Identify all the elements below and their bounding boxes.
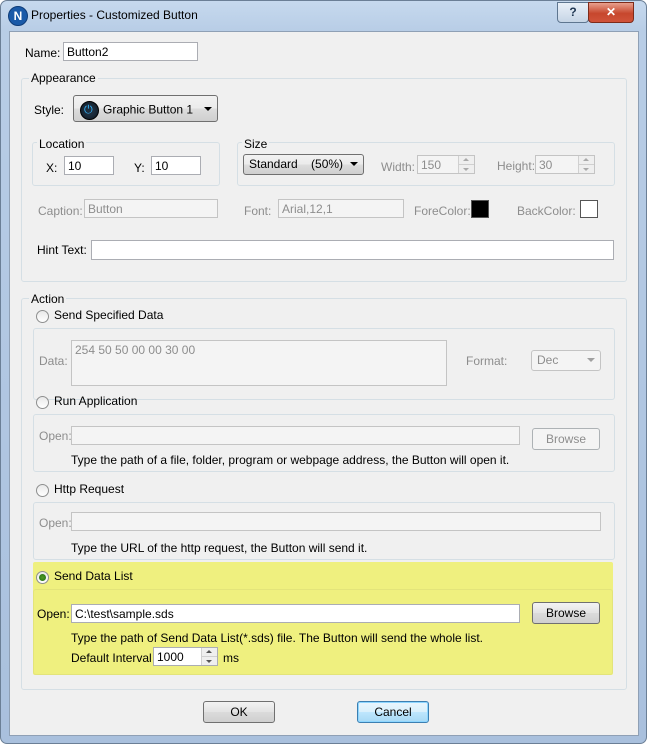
forecolor-label: ForeColor: — [414, 204, 471, 218]
run-application-radio[interactable] — [36, 396, 49, 409]
http-open-label: Open: — [39, 516, 72, 530]
close-button[interactable]: ✕ — [588, 2, 634, 23]
list-open-label: Open: — [37, 607, 70, 621]
power-button-icon — [80, 101, 99, 120]
send-data-list-highlight: Send Data List Open: C:\test\sample.sds … — [33, 562, 613, 675]
caption-input[interactable]: Button — [84, 199, 218, 218]
list-open-input[interactable]: C:\test\sample.sds — [71, 604, 520, 623]
chevron-down-icon — [350, 162, 358, 166]
font-label: Font: — [244, 204, 272, 218]
x-input[interactable]: 10 — [64, 156, 114, 175]
backcolor-label: BackColor: — [517, 204, 576, 218]
height-stepper[interactable]: 30 — [535, 155, 595, 174]
default-interval-label: Default Interval — [71, 651, 152, 665]
width-value: 150 — [421, 158, 442, 172]
default-interval-value: 1000 — [157, 650, 184, 664]
appearance-title: Appearance — [29, 71, 98, 85]
help-button[interactable]: ? — [557, 2, 589, 23]
chevron-down-icon — [587, 358, 595, 362]
send-data-list-radio[interactable] — [36, 571, 49, 584]
format-dropdown[interactable]: Dec — [531, 350, 601, 371]
width-stepper[interactable]: 150 — [417, 155, 475, 174]
http-url-input[interactable] — [71, 512, 601, 531]
send-data-list-label: Send Data List — [54, 569, 133, 583]
ok-button[interactable]: OK — [203, 701, 275, 723]
y-input[interactable]: 10 — [151, 156, 201, 175]
data-textarea[interactable]: 254 50 50 00 00 30 00 — [71, 340, 447, 386]
format-label: Format: — [466, 354, 508, 368]
default-interval-stepper[interactable]: 1000 — [153, 647, 218, 666]
forecolor-swatch[interactable] — [471, 200, 489, 218]
width-spin-buttons[interactable] — [458, 156, 474, 173]
hint-text-label: Hint Text: — [37, 243, 87, 257]
send-data-list-hint: Type the path of Send Data List(*.sds) f… — [71, 631, 484, 645]
run-browse-button[interactable]: Browse — [532, 428, 600, 450]
cancel-button[interactable]: Cancel — [357, 701, 429, 723]
http-request-hint: Type the URL of the http request, the Bu… — [71, 541, 368, 555]
size-mode-value: Standard (50%) — [249, 157, 344, 171]
name-label: Name: — [25, 46, 61, 60]
interval-unit: ms — [223, 651, 239, 665]
chevron-down-icon — [204, 107, 212, 111]
send-specified-data-radio[interactable] — [36, 310, 49, 323]
size-mode-dropdown[interactable]: Standard (50%) — [243, 154, 364, 175]
backcolor-swatch[interactable] — [580, 200, 598, 218]
window-title: Properties - Customized Button — [31, 8, 198, 22]
format-value: Dec — [537, 353, 559, 367]
height-value: 30 — [539, 158, 553, 172]
dialog-body: Name: Button2 Appearance Style: Graphic … — [9, 31, 639, 736]
interval-spin-buttons[interactable] — [201, 648, 217, 665]
list-browse-button[interactable]: Browse — [532, 602, 600, 624]
properties-window: N Properties - Customized Button ? ✕ Nam… — [0, 0, 647, 744]
location-title: Location — [37, 137, 87, 151]
name-input[interactable]: Button2 — [63, 42, 198, 61]
title-bar[interactable]: N Properties - Customized Button ? ✕ — [1, 1, 646, 31]
size-title: Size — [242, 137, 270, 151]
send-specified-data-label: Send Specified Data — [54, 308, 164, 322]
height-label: Height: — [497, 159, 536, 173]
run-open-input[interactable] — [71, 426, 520, 445]
caption-label: Caption: — [38, 204, 83, 218]
http-request-radio[interactable] — [36, 484, 49, 497]
action-title: Action — [29, 292, 67, 306]
hint-text-input[interactable] — [91, 240, 614, 260]
run-open-label: Open: — [39, 429, 72, 443]
height-spin-buttons[interactable] — [578, 156, 594, 173]
font-input[interactable]: Arial,12,1 — [278, 199, 404, 218]
y-label: Y: — [134, 161, 145, 175]
http-request-label: Http Request — [54, 482, 125, 496]
run-application-label: Run Application — [54, 394, 138, 408]
style-dropdown[interactable]: Graphic Button 1 — [73, 95, 218, 122]
run-application-hint: Type the path of a file, folder, program… — [71, 453, 510, 467]
style-label: Style: — [34, 103, 65, 117]
data-label: Data: — [39, 354, 68, 368]
width-label: Width: — [381, 160, 416, 174]
style-value: Graphic Button 1 — [103, 102, 194, 117]
app-logo-icon: N — [8, 6, 28, 26]
x-label: X: — [46, 161, 58, 175]
